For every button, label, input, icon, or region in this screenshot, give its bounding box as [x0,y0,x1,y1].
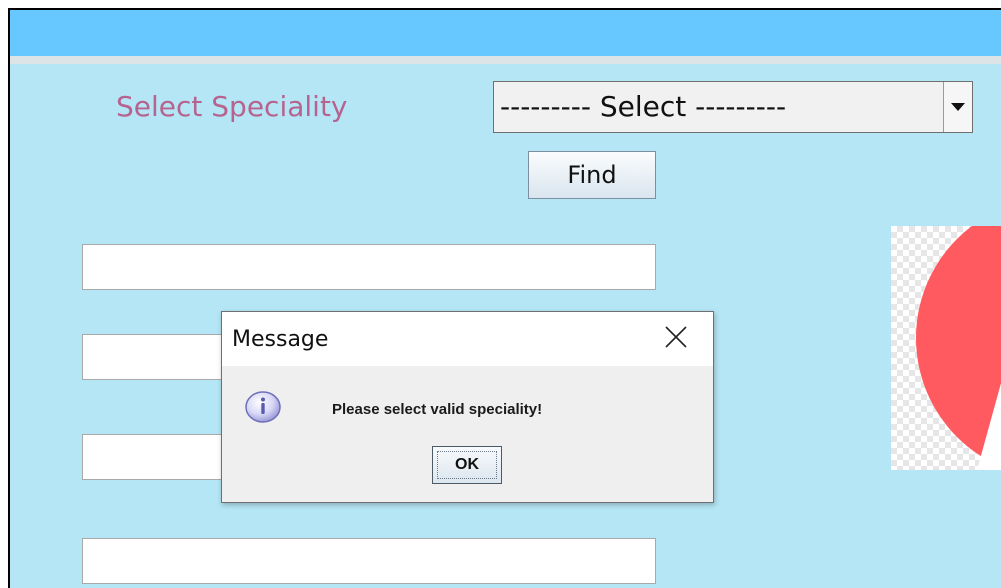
speciality-select[interactable]: --------- Select --------- [493,81,973,133]
image-preview [891,226,1001,470]
speciality-select-value: --------- Select --------- [500,90,787,123]
dropdown-arrow-button[interactable] [943,82,972,132]
ok-button[interactable]: OK [432,446,502,484]
text-field-4[interactable] [82,538,656,584]
text-field-1[interactable] [82,244,656,290]
window-title-bar [10,10,1001,64]
close-icon[interactable] [661,322,691,352]
speciality-label: Select Speciality [116,90,348,123]
chevron-down-icon [951,103,965,111]
information-icon [244,390,282,424]
dialog-message: Please select valid speciality! [332,401,543,418]
find-button[interactable]: Find [528,151,656,199]
dialog-title: Message [232,327,329,352]
image-shape [916,226,1001,470]
dialog-title-bar: Message [222,312,713,366]
application-window: Select Speciality --------- Select -----… [8,8,1001,588]
message-dialog: Message Please select valid speciality! … [221,311,714,503]
